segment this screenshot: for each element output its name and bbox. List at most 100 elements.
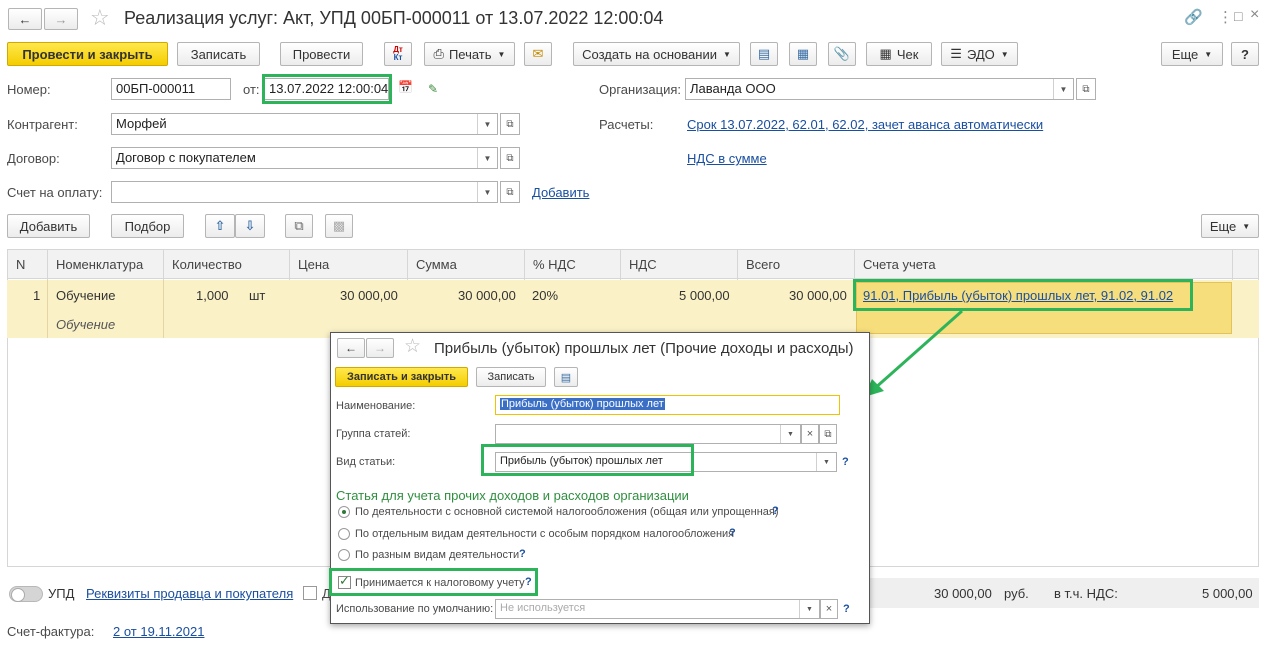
- popup-kind-help[interactable]: ?: [842, 456, 849, 468]
- cell-item-sub: Обучение: [56, 317, 116, 332]
- popup-save-button[interactable]: Записать: [476, 367, 546, 387]
- radio-main-tax-system[interactable]: [338, 506, 350, 518]
- number-field[interactable]: 00БП-000011: [111, 78, 231, 100]
- col-accounts[interactable]: Счета учета: [855, 250, 1233, 280]
- footer-checkbox[interactable]: [303, 586, 317, 600]
- calendar-icon[interactable]: 📅: [398, 80, 413, 94]
- cell-vat[interactable]: 5 000,00: [679, 288, 730, 303]
- save-button[interactable]: Записать: [177, 42, 260, 66]
- col-vat-rate[interactable]: % НДС: [525, 250, 621, 280]
- edo-icon: ☰: [950, 46, 962, 61]
- popup-usage-label: Использование по умолчанию:: [336, 603, 494, 615]
- table-more-label: Еще: [1209, 218, 1237, 234]
- print-button[interactable]: ⎙ Печать ▼: [424, 42, 515, 66]
- cell-qty[interactable]: 1,000: [196, 288, 229, 303]
- print-label: Печать: [448, 46, 492, 62]
- counterparty-field[interactable]: Морфей ▼: [111, 113, 498, 135]
- col-price[interactable]: Цена: [290, 250, 408, 280]
- vat-in-sum-link[interactable]: НДС в сумме: [687, 151, 767, 166]
- radio1-help[interactable]: ?: [772, 505, 779, 517]
- back-button[interactable]: ←: [8, 8, 42, 30]
- radio-special-tax[interactable]: [338, 528, 350, 540]
- contract-field[interactable]: Договор с покупателем ▼: [111, 147, 498, 169]
- attach-button[interactable]: 📎: [828, 42, 856, 66]
- cell-price[interactable]: 30 000,00: [340, 288, 398, 303]
- organization-field[interactable]: Лаванда ООО ▼: [685, 78, 1074, 100]
- chevron-down-icon[interactable]: ▼: [1053, 79, 1073, 99]
- popup-favorite-star-icon[interactable]: ☆: [404, 335, 421, 358]
- favorite-star-icon[interactable]: ☆: [90, 5, 110, 31]
- invoice-footer-link[interactable]: 2 от 19.11.2021: [113, 624, 204, 639]
- pick-button[interactable]: Подбор: [111, 214, 184, 238]
- upd-toggle[interactable]: [9, 586, 43, 602]
- popup-group-open-button[interactable]: ⧉: [819, 424, 837, 444]
- col-item[interactable]: Номенклатура: [48, 250, 164, 280]
- paperclip-icon: 📎: [833, 46, 851, 61]
- email-button[interactable]: ✉: [524, 42, 552, 66]
- chevron-down-icon[interactable]: ▼: [477, 148, 497, 168]
- receipt-button[interactable]: ▦ Чек: [866, 42, 932, 66]
- link-icon[interactable]: 🔗: [1184, 8, 1203, 26]
- col-qty[interactable]: Количество: [164, 250, 290, 280]
- add-invoice-link[interactable]: Добавить: [532, 185, 589, 200]
- arrow-right-icon: →: [54, 11, 68, 27]
- popup-save-close-button[interactable]: Записать и закрыть: [335, 367, 468, 387]
- edit-check-icon[interactable]: ✎: [428, 82, 438, 96]
- chevron-down-icon[interactable]: ▼: [780, 425, 800, 443]
- report-button[interactable]: ▤: [750, 42, 778, 66]
- open-counterparty-button[interactable]: ⧉: [500, 113, 520, 135]
- radio-various-activities[interactable]: [338, 549, 350, 561]
- chevron-down-icon[interactable]: ▼: [477, 114, 497, 134]
- radio3-help[interactable]: ?: [519, 548, 526, 560]
- popup-usage-field[interactable]: Не используется ▼: [495, 599, 820, 619]
- more-button[interactable]: Еще ▼: [1161, 42, 1223, 66]
- details-link[interactable]: Реквизиты продавца и покупателя: [86, 586, 293, 601]
- post-and-close-button[interactable]: Провести и закрыть: [7, 42, 168, 66]
- popup-forward-button[interactable]: →: [366, 338, 394, 358]
- create-based-button[interactable]: Создать на основании ▼: [573, 42, 740, 66]
- forward-button[interactable]: →: [44, 8, 78, 30]
- edo-button[interactable]: ☰ ЭДО ▼: [941, 42, 1018, 66]
- table-more-button[interactable]: Еще ▼: [1201, 214, 1259, 238]
- paste-button[interactable]: ▩: [325, 214, 353, 238]
- invoice-field[interactable]: ▼: [111, 181, 498, 203]
- col-total[interactable]: Всего: [738, 250, 855, 280]
- chevron-down-icon[interactable]: ▼: [477, 182, 497, 202]
- popup-usage-clear-button[interactable]: ×: [820, 599, 838, 619]
- copy-button[interactable]: ⧉: [285, 214, 313, 238]
- close-icon[interactable]: ×: [1250, 6, 1259, 24]
- cell-total[interactable]: 30 000,00: [789, 288, 847, 303]
- cell-sum[interactable]: 30 000,00: [458, 288, 516, 303]
- col-n[interactable]: N: [8, 250, 48, 280]
- col-vat[interactable]: НДС: [621, 250, 738, 280]
- cell-item[interactable]: Обучение: [56, 288, 115, 303]
- maximize-icon[interactable]: □: [1234, 8, 1242, 24]
- open-invoice-button[interactable]: ⧉: [500, 181, 520, 203]
- cell-vat-rate[interactable]: 20%: [532, 288, 558, 303]
- structure-button[interactable]: ▦: [789, 42, 817, 66]
- popup-back-button[interactable]: ←: [337, 338, 365, 358]
- col-sum[interactable]: Сумма: [408, 250, 525, 280]
- organization-value: Лаванда ООО: [690, 81, 776, 96]
- chevron-down-icon[interactable]: ▼: [799, 600, 819, 618]
- chevron-down-icon[interactable]: ▼: [816, 453, 836, 471]
- popup-name-field[interactable]: Прибыль (убыток) прошлых лет: [495, 395, 840, 415]
- radio2-help[interactable]: ?: [729, 527, 736, 539]
- popup-usage-help[interactable]: ?: [843, 603, 850, 615]
- popup-group-clear-button[interactable]: ×: [801, 424, 819, 444]
- open-contract-button[interactable]: ⧉: [500, 147, 520, 169]
- dt-kt-button[interactable]: Дт Кт: [384, 42, 412, 66]
- add-row-button[interactable]: Добавить: [7, 214, 90, 238]
- popup-group-field[interactable]: ▼: [495, 424, 801, 444]
- counterparty-label: Контрагент:: [7, 117, 78, 132]
- move-down-button[interactable]: ⇩: [235, 214, 265, 238]
- move-up-button[interactable]: ⇧: [205, 214, 235, 238]
- popup-report-button[interactable]: ▤: [554, 367, 578, 387]
- open-organization-button[interactable]: ⧉: [1076, 78, 1096, 100]
- help-button[interactable]: ?: [1231, 42, 1259, 66]
- settlements-link[interactable]: Срок 13.07.2022, 62.01, 62.02, зачет ава…: [687, 117, 1043, 132]
- counterparty-value: Морфей: [116, 116, 167, 131]
- post-button[interactable]: Провести: [280, 42, 363, 66]
- document-list-icon: ▤: [560, 371, 572, 384]
- more-vertical-icon[interactable]: ⋮: [1218, 8, 1233, 26]
